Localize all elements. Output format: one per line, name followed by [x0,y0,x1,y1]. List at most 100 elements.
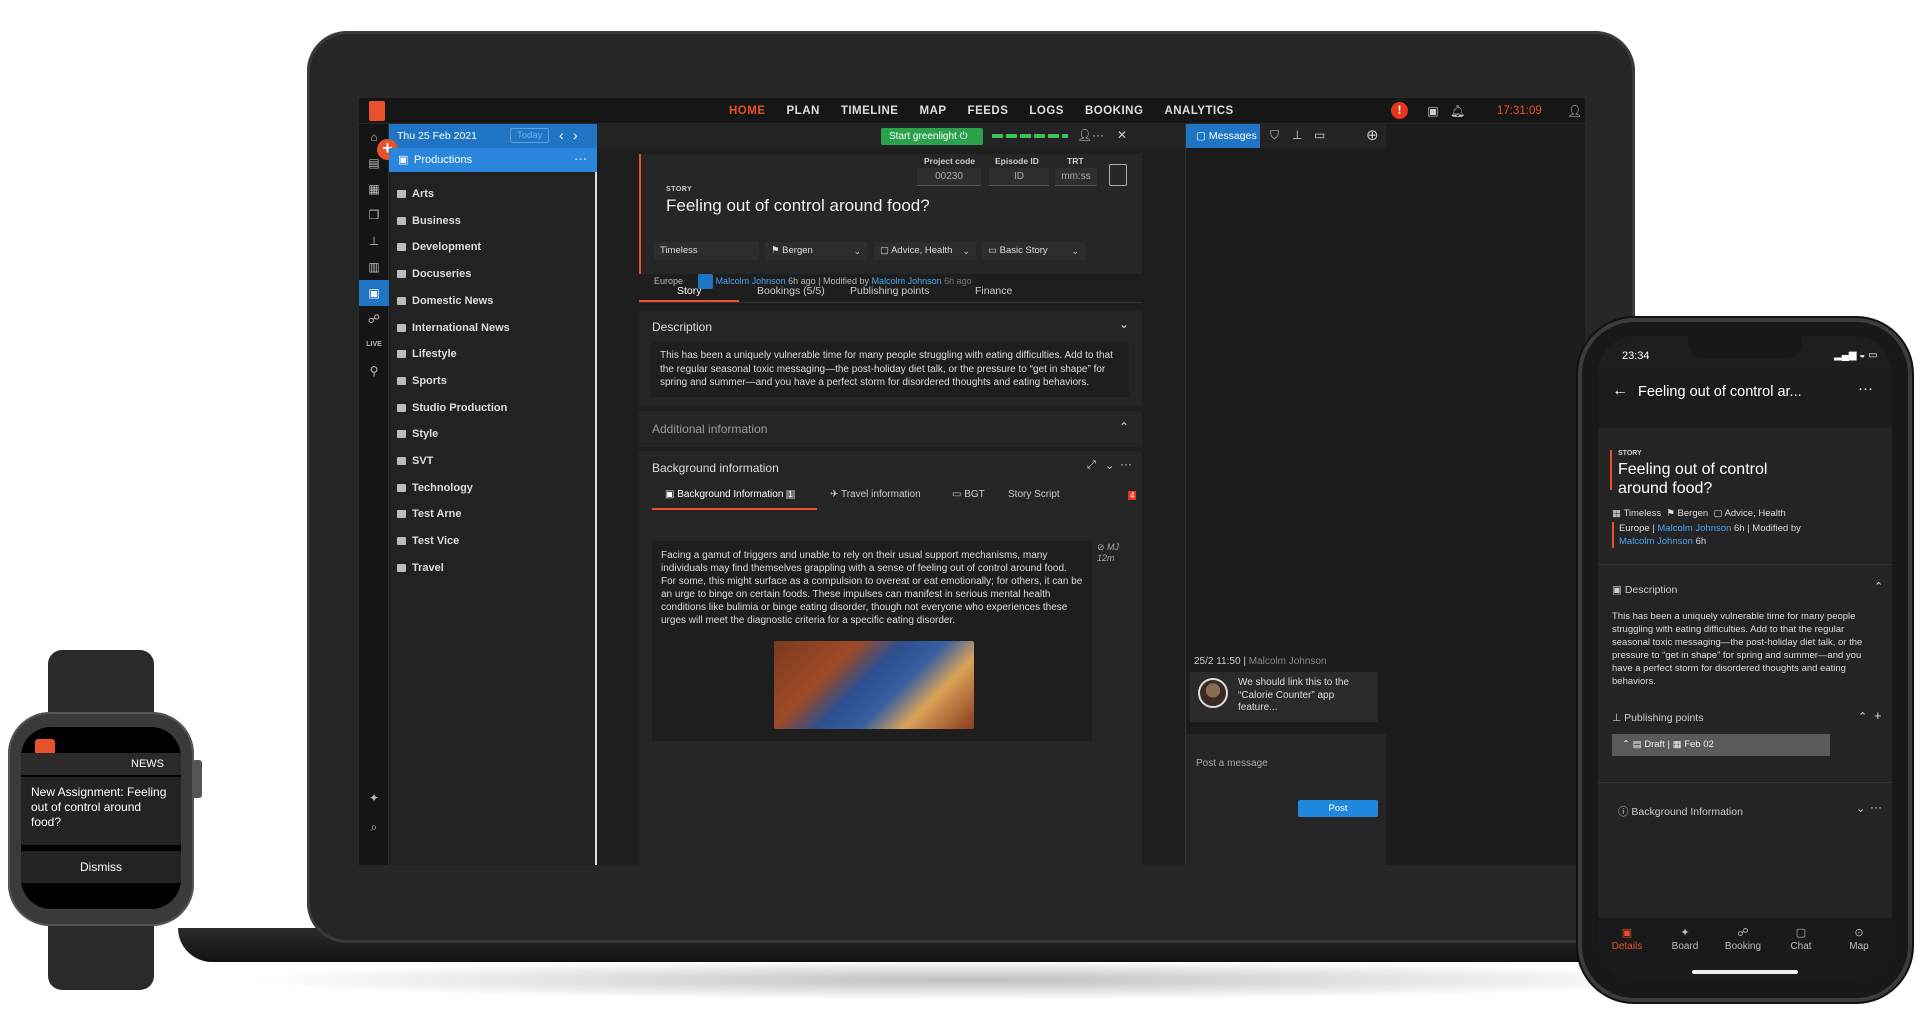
folder-item[interactable]: Development [397,239,481,255]
chevron-down-icon[interactable]: ⌄ [1119,317,1129,331]
alert-icon[interactable]: ! [1391,102,1408,119]
topic-dropdown[interactable]: ▢ Advice, Health ⌄ [874,242,976,260]
section-title[interactable]: Additional information [652,422,767,436]
people-icon[interactable]: ☍ [359,306,389,332]
menu-plan[interactable]: PLAN [787,105,820,117]
nav-booking[interactable]: ☍ Booking [1714,926,1772,952]
shield-icon[interactable]: ⛉ [1270,128,1279,143]
chevron-down-icon[interactable]: ⌄ [1105,459,1114,472]
folder-item[interactable]: Domestic News [397,293,493,309]
project-code-field[interactable]: 00230 [917,168,981,186]
menu-map[interactable]: MAP [919,105,946,117]
timeless-dropdown[interactable]: Timeless [654,242,759,260]
dismiss-button[interactable]: Dismiss [21,851,181,883]
draft-row[interactable]: ⌃ ▤ Draft | ▦ Feb 02 [1612,734,1830,756]
post-button[interactable]: Post [1298,800,1378,817]
app-logo-icon[interactable] [369,101,385,121]
folder-item[interactable]: Test Vice [397,533,459,549]
link-icon[interactable]: ⚲ [359,358,389,384]
description-text[interactable]: This has been a uniquely vulnerable time… [651,342,1129,397]
tab-publishing-points[interactable]: Publishing points [850,285,929,297]
productions-icon[interactable]: ▣ [359,280,389,306]
folder-item[interactable]: Lifestyle [397,346,457,362]
folder-item[interactable]: Studio Production [397,400,507,416]
copy-icon[interactable]: ❐ [359,202,389,228]
menu-home[interactable]: HOME [729,105,766,117]
chevron-up-icon[interactable]: ⌃ [1119,420,1129,434]
more-icon[interactable]: ··· [1858,380,1873,397]
folder-item[interactable]: Travel [397,560,444,576]
watch-crown[interactable] [192,760,202,798]
more-icon[interactable]: ··· [1120,457,1132,471]
tab-bookings[interactable]: Bookings (5/5) [757,285,825,297]
tab-story-script[interactable]: Story Script [1008,489,1060,500]
next-day-icon[interactable]: › [573,127,578,143]
description-header[interactable]: ▣ Description [1612,584,1677,596]
folder-productions[interactable]: ▣ Productions ··· [389,148,597,172]
story-image[interactable] [774,641,974,729]
hierarchy-icon[interactable]: ⊥ [1292,128,1302,142]
close-icon[interactable]: ✕ [1117,128,1127,142]
menu-timeline[interactable]: TIMELINE [841,105,899,117]
camera-icon[interactable]: ▭ [1314,128,1325,142]
folder-item[interactable]: Arts [397,186,434,202]
nav-board[interactable]: ✦ Board [1656,926,1714,952]
more-icon[interactable]: ··· [574,151,587,166]
location-dropdown[interactable]: ⚑ Bergen ⌄ [765,242,867,260]
trt-field[interactable]: mm:ss [1055,168,1097,186]
tab-travel-information[interactable]: ✈ Travel information [830,489,921,500]
tab-finance[interactable]: Finance [975,285,1012,297]
menu-analytics[interactable]: ANALYTICS [1164,105,1233,117]
tab-story[interactable]: Story [677,285,702,297]
bell-icon[interactable]: 🔔︎ [1450,104,1465,118]
modifier-link[interactable]: Malcolm Johnson [1619,536,1693,547]
folder-item[interactable]: Business [397,213,461,229]
folder-item[interactable]: International News [397,320,510,336]
folder-item[interactable]: SVT [397,453,433,469]
nav-details[interactable]: ▣ Details [1598,926,1656,952]
tab-messages[interactable]: ▢ Messages [1186,124,1260,148]
section-title[interactable]: Description [652,320,712,334]
menu-feeds[interactable]: FEEDS [968,105,1009,117]
background-header[interactable]: ⓘ Background Information [1618,804,1743,819]
folder-item[interactable]: Technology [397,480,473,496]
story-title[interactable]: Feeling out of control around food? [666,196,930,216]
menu-booking[interactable]: BOOKING [1085,105,1143,117]
chevron-down-icon[interactable]: ⌄ [1856,802,1865,815]
tab-bgt[interactable]: ▭ BGT [952,489,985,500]
more-icon[interactable]: ··· [1870,800,1882,814]
folder-item[interactable]: Test Arne [397,506,462,522]
expand-icon[interactable]: ⤢ [1087,459,1096,472]
message-input[interactable]: Post a message [1196,758,1268,769]
today-button[interactable]: Today [510,128,550,143]
story-type-dropdown[interactable]: ▭ Basic Story ⌄ [982,242,1085,260]
menu-logs[interactable]: LOGS [1029,105,1064,117]
back-arrow-icon[interactable]: ← [1612,382,1628,400]
episode-id-field[interactable]: ID [989,168,1049,186]
add-circle-icon[interactable]: ⊕ [1366,126,1379,144]
section-title[interactable]: Background information [652,461,779,475]
author-link[interactable]: Malcolm Johnson [1657,523,1731,534]
calendar-icon[interactable]: ▦ [359,176,389,202]
nav-chat[interactable]: ▢ Chat [1772,926,1830,952]
hierarchy-icon[interactable]: ⊥ [359,228,389,254]
image-icon[interactable]: ▣ [1426,104,1440,118]
nav-map[interactable]: ⊙ Map [1830,926,1888,952]
notes-icon[interactable]: ▥ [359,254,389,280]
user-icon[interactable]: 👤︎ [1077,128,1092,142]
search-icon[interactable]: ⌕ [359,814,389,840]
folder-item[interactable]: Docuseries [397,266,471,282]
background-text[interactable]: Facing a gamut of triggers and unable to… [652,541,1092,741]
live-icon[interactable]: LIVE [359,332,389,358]
clipboard-icon[interactable] [1109,164,1127,186]
folder-item[interactable]: Sports [397,373,447,389]
user-icon[interactable]: 👤︎ [1567,104,1582,118]
chevron-up-icon[interactable]: ⌃ [1874,580,1883,593]
chevron-up-icon[interactable]: ⌃ [1858,710,1867,723]
start-greenlight-button[interactable]: Start greenlight ⏻ [881,128,983,145]
publishing-header[interactable]: ⊥ Publishing points [1612,712,1703,724]
folder-item[interactable]: Style [397,426,438,442]
tab-background-information[interactable]: ▣ Background Information 1 [665,489,795,500]
pin-icon[interactable]: ✦ [359,785,389,811]
more-icon[interactable]: ··· [1092,128,1104,142]
